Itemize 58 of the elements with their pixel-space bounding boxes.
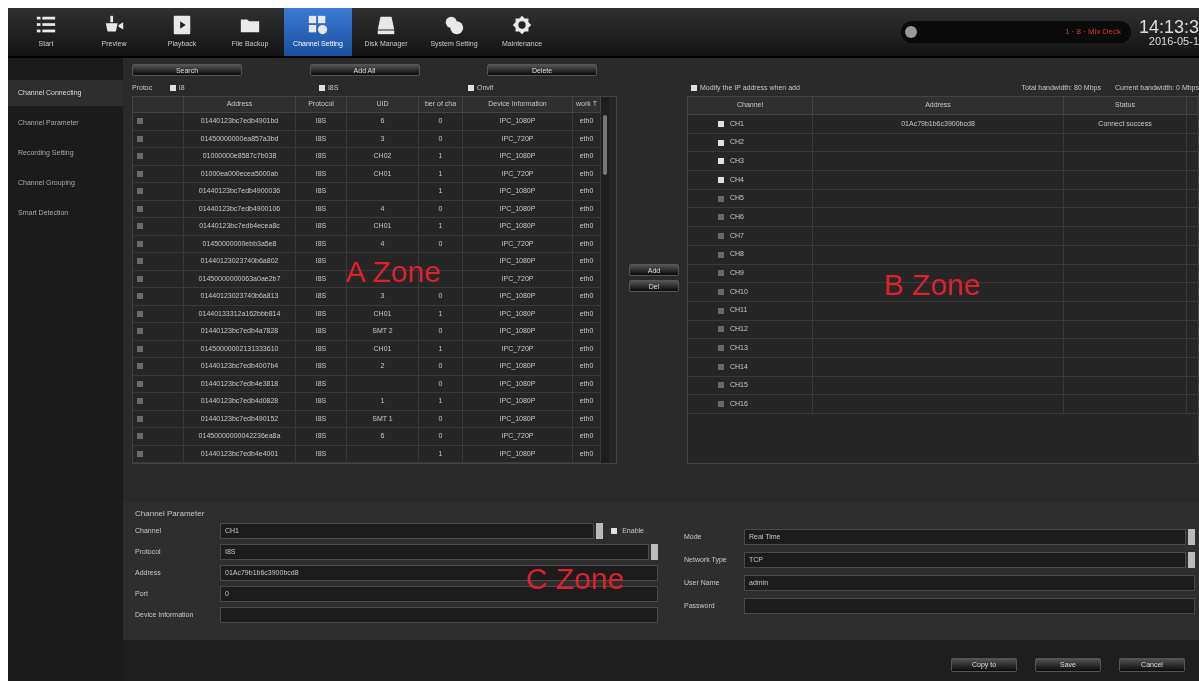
checkbox[interactable]	[718, 232, 724, 239]
checkbox[interactable]	[467, 85, 474, 91]
checkbox[interactable]	[718, 363, 724, 370]
input-field[interactable]	[744, 598, 1195, 614]
settings-icon	[511, 14, 533, 37]
input-field[interactable]	[220, 607, 658, 623]
checkbox[interactable]	[718, 401, 724, 408]
zone-annotation: A Zone	[346, 257, 442, 287]
checkbox[interactable]	[137, 170, 143, 177]
checkbox[interactable]	[137, 415, 143, 422]
checkbox[interactable]	[718, 251, 724, 258]
disk-icon	[375, 14, 397, 37]
scrollbar[interactable]	[601, 97, 609, 463]
checkbox[interactable]	[137, 223, 143, 230]
checkbox[interactable]	[137, 363, 143, 370]
checkbox[interactable]	[691, 85, 697, 91]
checkbox[interactable]	[718, 270, 724, 277]
checkbox[interactable]	[718, 382, 724, 389]
checkbox[interactable]	[137, 328, 143, 335]
checkbox[interactable]	[718, 307, 724, 314]
caret-icon	[651, 544, 658, 560]
checkbox[interactable]	[137, 118, 143, 125]
checkbox[interactable]	[137, 380, 143, 387]
checkbox[interactable]	[718, 326, 724, 333]
checkbox[interactable]	[718, 195, 724, 202]
caret-icon	[1188, 529, 1195, 545]
status-text: 1 · 8 · Mix Deck	[1064, 26, 1122, 38]
zone-annotation: B Zone	[884, 270, 981, 300]
checkbox[interactable]	[718, 214, 724, 221]
checkbox[interactable]	[137, 153, 143, 160]
checkbox[interactable]	[137, 293, 143, 300]
checkbox[interactable]	[137, 310, 143, 317]
checkbox[interactable]	[718, 139, 724, 146]
checkbox[interactable]	[137, 398, 143, 405]
checkbox[interactable]	[137, 345, 143, 352]
checkbox[interactable]	[318, 85, 325, 91]
checkbox[interactable]	[718, 345, 724, 352]
checkbox[interactable]	[137, 450, 143, 457]
checkbox[interactable]	[137, 433, 143, 440]
clock-date: 2016-05-1	[1148, 35, 1199, 47]
checkbox[interactable]	[137, 135, 143, 142]
panel-title: Channel Parameter	[135, 508, 206, 520]
clock-time: 14:13:3	[1138, 17, 1199, 36]
grid-gear-icon	[307, 14, 329, 37]
checkbox[interactable]	[137, 240, 143, 247]
checkbox[interactable]	[137, 258, 143, 265]
checkbox[interactable]	[137, 275, 143, 282]
checkbox[interactable]	[137, 188, 143, 195]
checkbox[interactable]	[169, 85, 176, 91]
caret-icon	[596, 523, 604, 539]
checkbox[interactable]	[718, 120, 724, 127]
film-icon	[171, 14, 193, 37]
checkbox[interactable]	[611, 528, 618, 534]
checkbox[interactable]	[718, 289, 724, 296]
checkbox[interactable]	[718, 158, 724, 165]
checkbox[interactable]	[137, 205, 143, 212]
caret-icon	[1188, 552, 1195, 568]
checkbox[interactable]	[718, 176, 724, 183]
